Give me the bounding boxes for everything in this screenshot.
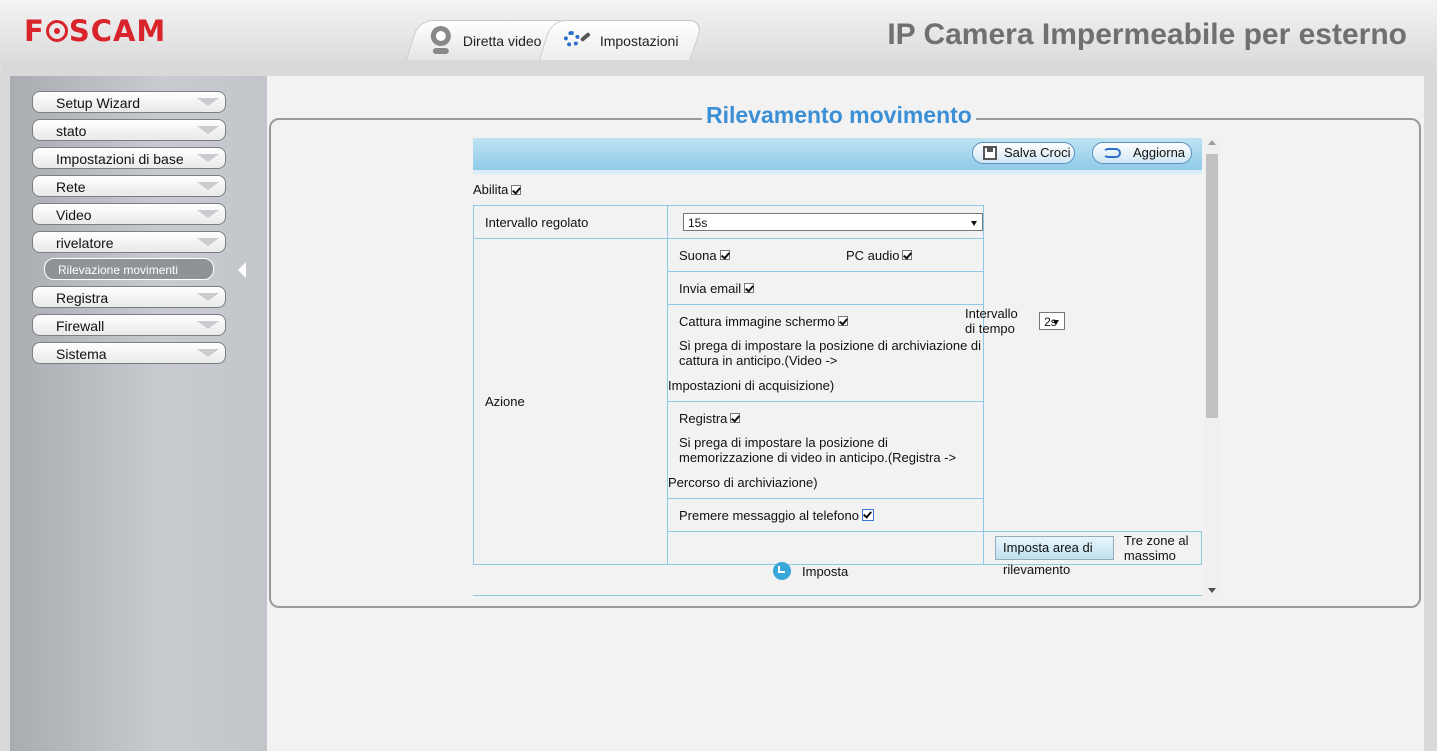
scrollbar-thumb[interactable] <box>1206 154 1218 418</box>
table-row: Intervallo regolato 15s <box>473 205 1202 239</box>
interval-label: Intervallo regolato <box>473 205 668 239</box>
enable-checkbox[interactable] <box>511 184 522 195</box>
enable-row: Abilita <box>473 182 522 197</box>
chevron-down-icon <box>197 210 219 218</box>
save-button[interactable]: Salva Croci <box>972 142 1075 164</box>
area-cell: Imposta area di rilevamento Tre zone al … <box>983 531 1202 577</box>
schedule-label: Imposta <box>802 563 849 579</box>
toolbar-stripe <box>473 170 1202 174</box>
sidebar-item-firewall[interactable]: Firewall <box>32 314 226 336</box>
push-label: Premere messaggio al telefono <box>679 507 859 523</box>
scroll-down-arrow-icon[interactable] <box>1208 588 1216 593</box>
save-button-label: Salva Croci <box>1004 145 1071 160</box>
selected-pointer-icon <box>238 262 246 278</box>
sidebar-item-label: Video <box>56 207 92 223</box>
chevron-down-icon <box>197 238 219 246</box>
sidebar: Setup Wizard stato Impostazioni di base … <box>10 76 267 751</box>
sidebar-item-status[interactable]: stato <box>32 119 226 141</box>
snapshot-cell: Cattura immagine schermo Intervallo di t… <box>667 304 1065 402</box>
sidebar-item-label: stato <box>56 123 87 139</box>
floppy-disk-icon <box>983 146 997 160</box>
snapshot-note-line-2: Impostazioni di acquisizione) <box>668 377 835 393</box>
time-interval-select[interactable]: 2s <box>1039 312 1065 330</box>
area-empty-cell <box>667 531 984 565</box>
webcam-icon <box>429 26 453 56</box>
chevron-down-icon <box>197 154 219 162</box>
refresh-button[interactable]: Aggiorna <box>1092 142 1192 164</box>
record-note-line-1: Si prega di impostare la posizione di me… <box>679 435 957 465</box>
snapshot-label: Cattura immagine schermo <box>679 313 836 329</box>
sidebar-item-video[interactable]: Video <box>32 203 226 225</box>
chevron-down-icon <box>197 98 219 106</box>
chevron-down-icon <box>197 321 219 329</box>
settings-gears-icon <box>563 29 592 53</box>
scroll-up-arrow-icon[interactable] <box>1208 140 1216 145</box>
chevron-down-icon <box>197 349 219 357</box>
sound-label: Suona <box>679 247 717 263</box>
area-note: Tre zone al massimo <box>1123 533 1189 563</box>
dropdown-arrow-icon <box>971 221 977 226</box>
interval-cell: 15s <box>667 205 984 239</box>
record-label: Registra <box>679 410 728 426</box>
sidebar-item-label: Setup Wizard <box>56 95 141 111</box>
push-cell: Premere messaggio al telefono <box>667 498 984 532</box>
snapshot-checkbox[interactable] <box>838 316 849 326</box>
record-cell: Registra Si prega di impostare la posizi… <box>667 401 984 499</box>
interval-select-value: 15s <box>688 216 708 230</box>
sidebar-item-label: rivelatore <box>56 235 114 251</box>
sound-checkbox[interactable] <box>719 250 730 260</box>
sidebar-item-label: Sistema <box>56 346 107 362</box>
time-interval-group: Intervallo di tempo 2s <box>965 306 1065 336</box>
sidebar-item-network[interactable]: Rete <box>32 175 226 197</box>
pc-audio-checkbox[interactable] <box>902 250 913 260</box>
schedule-row[interactable]: Imposta <box>773 562 848 580</box>
page-title: Rilevamento movimento <box>702 102 976 129</box>
sidebar-item-basic-settings[interactable]: Impostazioni di base <box>32 147 226 169</box>
interval-select[interactable]: 15s <box>683 213 983 231</box>
push-checkbox[interactable] <box>861 509 874 521</box>
chevron-down-icon <box>197 182 219 190</box>
pc-audio-label: PC audio <box>846 247 900 263</box>
set-detection-area-button[interactable]: Imposta area di rilevamento <box>995 536 1114 577</box>
camera-title: IP Camera Impermeabile per esterno <box>887 18 1407 51</box>
snapshot-note-line-1: Si prega di impostare la posizione di ar… <box>679 338 982 368</box>
table-row: Azione Suona PC audio <box>473 238 1202 565</box>
settings-table: Intervallo regolato 15s Azione Suona PC … <box>473 205 1202 577</box>
tab-settings[interactable]: Impostazioni <box>538 20 704 61</box>
sidebar-item-label: Registra <box>56 290 109 306</box>
schedule-grid-edge <box>473 595 1202 599</box>
foscam-logo: F SCAM <box>24 14 167 48</box>
sidebar-item-label: Firewall <box>56 318 105 334</box>
email-cell: Invia email <box>667 271 984 305</box>
dropdown-arrow-icon <box>1052 320 1059 325</box>
chevron-down-icon <box>197 126 219 134</box>
record-note-line-2: Percorso di archiviazione) <box>668 474 818 490</box>
vertical-scrollbar[interactable] <box>1204 138 1220 598</box>
sound-cell: Suona PC audio <box>667 238 984 272</box>
sidebar-item-record[interactable]: Registra <box>32 286 226 308</box>
refresh-button-label: Aggiorna <box>1133 145 1186 160</box>
action-label: Azione <box>473 238 668 565</box>
pc-audio-group: PC audio <box>846 247 913 263</box>
sidebar-item-detector[interactable]: rivelatore <box>32 231 226 253</box>
chevron-down-icon <box>197 293 219 301</box>
tab-live-video-label: Diretta video <box>462 33 542 49</box>
sidebar-subitem-motion-detection[interactable]: Rilevazione movimenti <box>44 258 214 280</box>
email-label: Invia email <box>679 280 742 296</box>
sidebar-item-label: Rete <box>56 179 86 195</box>
clock-icon <box>773 562 791 580</box>
sidebar-item-setup-wizard[interactable]: Setup Wizard <box>32 91 226 113</box>
top-header: F SCAM Diretta video Impostazioni IP Came… <box>0 0 1437 66</box>
email-checkbox[interactable] <box>744 283 755 293</box>
refresh-arrow-icon <box>1103 148 1121 158</box>
tab-settings-label: Impostazioni <box>599 33 679 49</box>
record-checkbox[interactable] <box>730 413 741 423</box>
sidebar-item-system[interactable]: Sistema <box>32 342 226 364</box>
sidebar-item-label: Impostazioni di base <box>56 151 184 167</box>
enable-label: Abilita <box>473 182 509 197</box>
time-interval-label: Intervallo di tempo <box>965 306 1018 336</box>
